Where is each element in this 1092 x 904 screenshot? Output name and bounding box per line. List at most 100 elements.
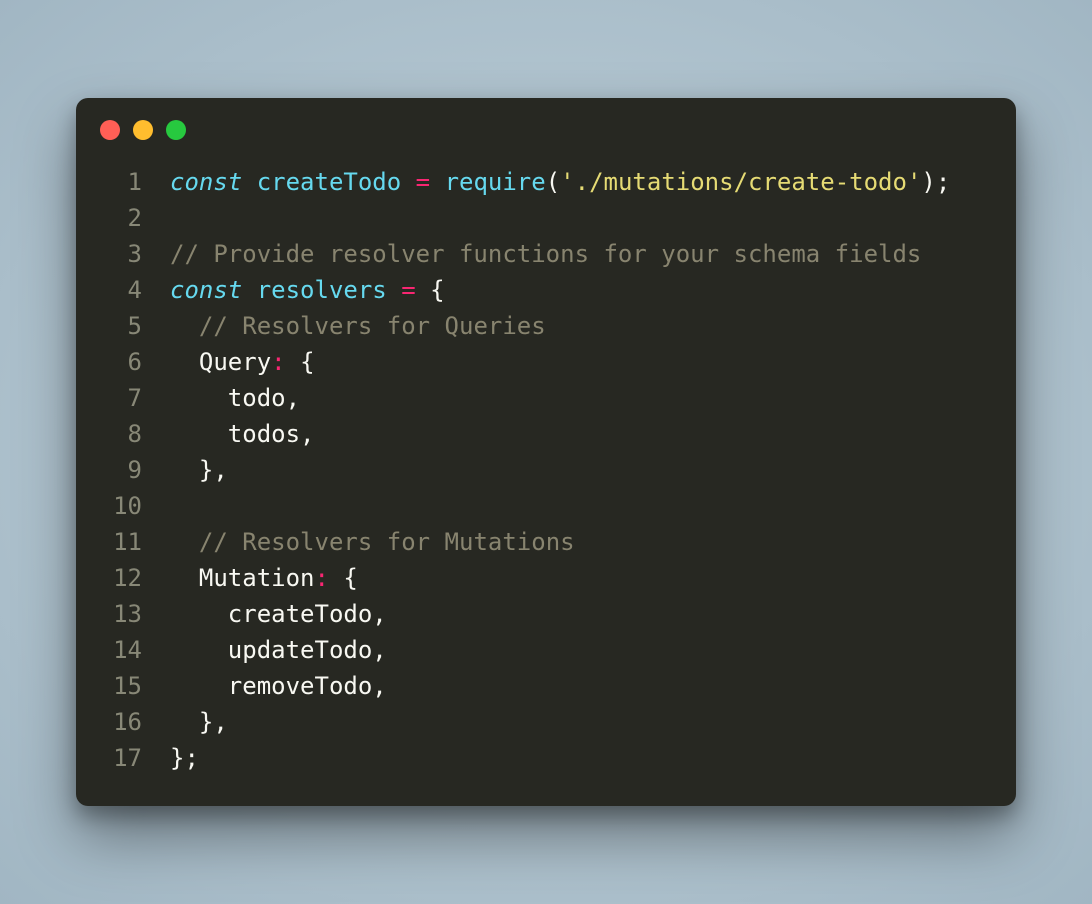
token-ident	[170, 528, 199, 556]
token-kw: const	[170, 168, 242, 196]
code-content[interactable]: // Resolvers for Queries	[170, 308, 992, 344]
line-number: 12	[100, 560, 142, 596]
code-content[interactable]: const resolvers = {	[170, 272, 992, 308]
token-punct: ,	[372, 636, 386, 664]
token-punct: },	[199, 708, 228, 736]
code-content[interactable]: Query: {	[170, 344, 992, 380]
code-content[interactable]: };	[170, 740, 992, 776]
token-punct: ,	[286, 384, 300, 412]
minimize-icon[interactable]	[133, 120, 153, 140]
token-punct: {	[430, 276, 444, 304]
token-ident	[401, 168, 415, 196]
token-ident: createTodo	[170, 600, 372, 628]
code-line[interactable]: 13 createTodo,	[100, 596, 992, 632]
token-ident: todos	[170, 420, 300, 448]
line-number: 4	[100, 272, 142, 308]
token-punct: };	[170, 744, 199, 772]
code-line[interactable]: 3 // Provide resolver functions for your …	[100, 236, 992, 272]
token-ident	[286, 348, 300, 376]
line-number: 15	[100, 668, 142, 704]
line-number: 10	[100, 488, 142, 524]
code-content[interactable]: const createTodo = require('./mutations/…	[170, 164, 992, 200]
token-punct: (	[546, 168, 560, 196]
token-ident	[170, 708, 199, 736]
line-number: 9	[100, 452, 142, 488]
token-ident	[170, 456, 199, 484]
line-number: 2	[100, 200, 142, 236]
code-line[interactable]: 1 const createTodo = require('./mutations…	[100, 164, 992, 200]
line-number: 14	[100, 632, 142, 668]
token-comment: // Resolvers for Queries	[199, 312, 546, 340]
code-content[interactable]: updateTodo,	[170, 632, 992, 668]
token-key: Mutation	[199, 564, 315, 592]
token-comment: // Provide resolver functions for your s…	[170, 240, 921, 268]
code-content[interactable]	[170, 200, 992, 236]
code-line[interactable]: 12 Mutation: {	[100, 560, 992, 596]
token-ident	[170, 564, 199, 592]
code-line[interactable]: 5 // Resolvers for Queries	[100, 308, 992, 344]
code-content[interactable]: removeTodo,	[170, 668, 992, 704]
line-number: 5	[100, 308, 142, 344]
line-number: 6	[100, 344, 142, 380]
code-line[interactable]: 14 updateTodo,	[100, 632, 992, 668]
token-comment: // Resolvers for Mutations	[199, 528, 575, 556]
code-window: 1 const createTodo = require('./mutations…	[76, 98, 1016, 806]
token-ident	[242, 168, 256, 196]
token-ident: todo	[170, 384, 286, 412]
line-number: 16	[100, 704, 142, 740]
code-line[interactable]: 16 },	[100, 704, 992, 740]
token-ident: updateTodo	[170, 636, 372, 664]
code-content[interactable]: Mutation: {	[170, 560, 992, 596]
line-number: 8	[100, 416, 142, 452]
token-punct: },	[199, 456, 228, 484]
token-op: :	[271, 348, 285, 376]
code-line[interactable]: 11 // Resolvers for Mutations	[100, 524, 992, 560]
token-punct: );	[921, 168, 950, 196]
token-ident	[416, 276, 430, 304]
zoom-icon[interactable]	[166, 120, 186, 140]
token-str: './mutations/create-todo'	[560, 168, 921, 196]
window-titlebar	[76, 98, 1016, 150]
token-punct: ,	[300, 420, 314, 448]
line-number: 7	[100, 380, 142, 416]
token-ident	[170, 348, 199, 376]
line-number: 3	[100, 236, 142, 272]
code-line[interactable]: 10	[100, 488, 992, 524]
code-line[interactable]: 8 todos,	[100, 416, 992, 452]
token-punct: ,	[372, 600, 386, 628]
code-content[interactable]: },	[170, 452, 992, 488]
token-punct: ,	[372, 672, 386, 700]
code-line[interactable]: 2	[100, 200, 992, 236]
code-line[interactable]: 7 todo,	[100, 380, 992, 416]
token-func: resolvers	[257, 276, 387, 304]
code-content[interactable]: // Provide resolver functions for your s…	[170, 236, 992, 272]
code-content[interactable]: todo,	[170, 380, 992, 416]
token-kw: const	[170, 276, 242, 304]
token-punct: {	[343, 564, 357, 592]
code-content[interactable]: createTodo,	[170, 596, 992, 632]
token-punct: {	[300, 348, 314, 376]
token-key: Query	[199, 348, 271, 376]
token-op: :	[315, 564, 329, 592]
code-editor[interactable]: 1 const createTodo = require('./mutations…	[76, 150, 1016, 776]
line-number: 13	[100, 596, 142, 632]
line-number: 1	[100, 164, 142, 200]
code-content[interactable]: todos,	[170, 416, 992, 452]
line-number: 11	[100, 524, 142, 560]
code-content[interactable]: // Resolvers for Mutations	[170, 524, 992, 560]
code-content[interactable]	[170, 488, 992, 524]
code-line[interactable]: 4 const resolvers = {	[100, 272, 992, 308]
code-line[interactable]: 6 Query: {	[100, 344, 992, 380]
token-ident	[387, 276, 401, 304]
token-op: =	[401, 276, 415, 304]
token-ident	[329, 564, 343, 592]
code-line[interactable]: 15 removeTodo,	[100, 668, 992, 704]
token-op: =	[416, 168, 430, 196]
code-line[interactable]: 17};	[100, 740, 992, 776]
token-ident	[170, 312, 199, 340]
code-line[interactable]: 9 },	[100, 452, 992, 488]
token-func: createTodo	[257, 168, 402, 196]
code-content[interactable]: },	[170, 704, 992, 740]
token-ident: removeTodo	[170, 672, 372, 700]
close-icon[interactable]	[100, 120, 120, 140]
